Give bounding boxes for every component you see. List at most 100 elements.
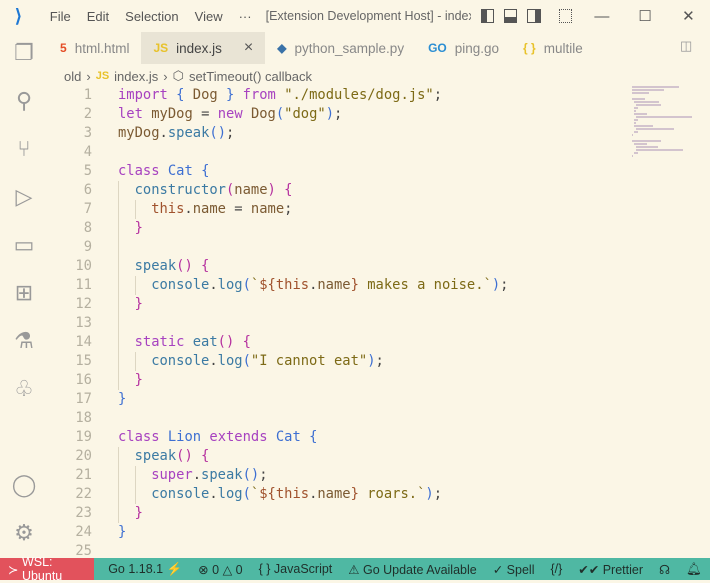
go-update[interactable]: ⚠ Go Update Available [340,562,484,577]
line-number: 8 [83,220,92,236]
problems-indicator[interactable]: ⊗ 0 △ 0 [190,562,250,577]
code-token: console [151,277,210,293]
minimap-line [636,104,662,106]
minimap[interactable] [632,86,698,186]
code-token: } [134,372,143,388]
minimap-line [634,152,638,154]
source-control-icon[interactable]: ⑂ [11,136,37,162]
line-number: 1 [83,87,92,103]
search-icon[interactable]: ⚲ [11,88,37,114]
error-icon: ⊗ [198,562,209,577]
close-tab-icon[interactable]: × [244,39,253,57]
toggle-sidebar-icon[interactable] [480,9,495,23]
code-line: 24} [48,523,628,542]
spell-check[interactable]: ✓ Spell [485,562,543,577]
notifications-bell-icon[interactable]: 🔔︎ [678,562,710,577]
menu-more[interactable]: ··· [231,9,260,24]
code-token: () { [217,334,251,350]
menu-selection[interactable]: Selection [117,9,186,24]
tab-index-js[interactable]: JS index.js × [141,32,266,64]
code-token: speak [134,448,177,464]
feedback-icon[interactable]: ☊ [651,562,678,577]
code-editor[interactable]: 1 import { Dog } from "./modules/dog.js";… [48,86,628,561]
line-number: 2 [83,106,92,122]
code-line: 10 speak() { [48,257,628,276]
indent-guide [134,276,152,295]
code-line: 4 [48,143,628,162]
indent-guide [134,352,152,371]
tab-multile[interactable]: { } multile [511,32,607,64]
minimize-button[interactable]: — [580,8,623,25]
code-token: } [134,296,143,312]
code-line: 1 import { Dog } from "./modules/dog.js"; [48,86,628,105]
title-bar: ⟩ File Edit Selection View ··· [Extensio… [0,0,710,32]
breadcrumb-folder[interactable]: old [64,69,81,84]
indent-guide [118,200,135,219]
json-icon: { } [523,41,536,55]
breadcrumb-symbol[interactable]: setTimeout() callback [189,69,312,84]
indent-guide [118,276,135,295]
tab-ping-go[interactable]: GO ping.go [416,32,511,64]
settings-gear-icon[interactable]: ⚙ [11,520,37,546]
tab-label: html.html [74,40,130,56]
go-icon: GO [428,41,447,55]
code-token: "I cannot eat" [250,353,368,369]
split-editor-icon[interactable]: ◫ [680,38,692,54]
code-token: new [217,106,251,122]
close-button[interactable]: ✕ [667,7,710,25]
code-token: ( [242,486,251,502]
line-number: 4 [83,144,92,160]
code-token: class [118,163,168,179]
remote-explorer-icon[interactable]: ▭ [11,232,37,258]
indent-guide [118,219,135,238]
code-line: 8} [48,219,628,238]
account-icon[interactable]: ◯ [11,472,37,498]
indent-guide [118,485,135,504]
status-bar: ≻ WSL: Ubuntu Go 1.18.1 ⚡ ⊗ 0 △ 0 { } Ja… [0,555,710,583]
formatter-icon[interactable]: {/} [542,562,570,576]
toggle-panel-icon[interactable] [504,9,518,23]
remote-indicator[interactable]: ≻ WSL: Ubuntu [0,555,95,583]
menu-file[interactable]: File [42,9,79,24]
minimap-line [634,119,638,121]
tree-icon[interactable]: ♧ [11,376,37,402]
line-number: 10 [75,258,92,274]
html5-icon: 5 [60,41,67,55]
code-token: } [350,486,359,502]
language-mode[interactable]: { } JavaScript [251,562,341,576]
line-number: 5 [83,163,92,179]
go-version[interactable]: Go 1.18.1 ⚡ [100,562,190,577]
minimap-line [636,116,693,118]
maximize-button[interactable]: ☐ [624,7,667,25]
minimap-line [632,134,634,136]
code-token: } [118,391,127,407]
code-token: ` [250,486,260,502]
code-token: this [275,277,310,293]
customize-layout-icon[interactable] [558,9,573,23]
warning-icon: △ [222,562,233,577]
run-debug-icon[interactable]: ▷ [11,184,37,210]
menu-edit[interactable]: Edit [79,9,117,24]
extensions-icon[interactable]: ⊞ [11,280,37,306]
menu-view[interactable]: View [187,9,231,24]
line-number: 16 [75,372,92,388]
code-token: class [118,429,168,445]
breadcrumb-file[interactable]: index.js [114,69,158,84]
remote-icon: ≻ [8,562,22,577]
line-number: 3 [83,125,92,141]
code-line: 16} [48,371,628,390]
line-number: 18 [75,410,92,426]
indent-guide [118,333,135,352]
line-number: 21 [75,467,92,483]
tab-html-html[interactable]: 5 html.html [48,32,141,64]
explorer-icon[interactable]: ❐ [11,40,37,66]
prettier[interactable]: ✔✔ Prettier [570,562,651,577]
toggle-secondary-sidebar-icon[interactable] [527,9,541,23]
code-token: = [234,201,251,217]
testing-icon[interactable]: ⚗ [11,328,37,354]
code-line: 14 static eat() { [48,333,628,352]
code-token: console [151,353,210,369]
minimap-line [636,149,683,151]
tab-python-sample-py[interactable]: ◆ python_sample.py [265,32,416,64]
